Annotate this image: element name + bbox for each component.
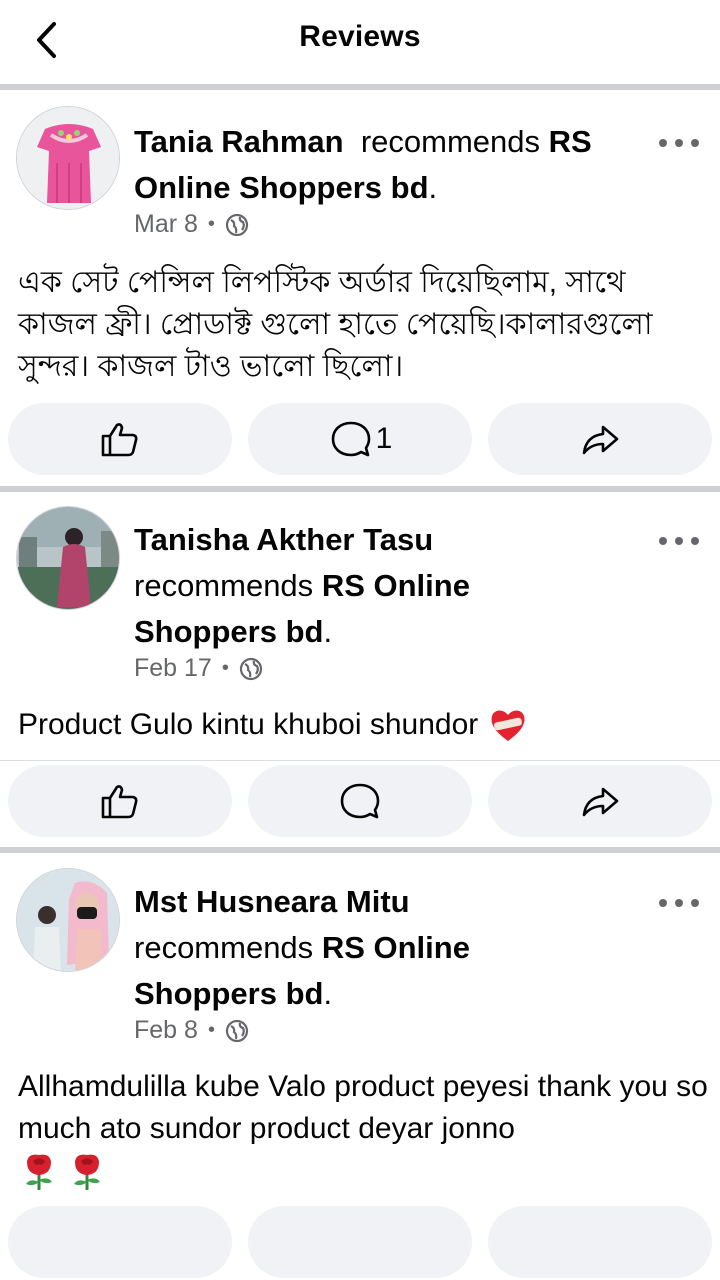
like-button[interactable]: [8, 403, 232, 475]
rose-icon: [74, 1154, 100, 1190]
comment-button[interactable]: [248, 765, 472, 837]
more-horizontal-icon[interactable]: [654, 888, 704, 918]
reviewer-name[interactable]: Mst Husneara Mitu: [134, 884, 410, 919]
thumbs-up-icon: [101, 423, 138, 457]
page-title: Reviews: [299, 20, 421, 53]
review-date[interactable]: Mar 8: [134, 210, 198, 239]
comment-icon: [331, 421, 370, 457]
avatar[interactable]: [16, 106, 120, 210]
globe-icon: [239, 657, 262, 680]
meta-separator: •: [207, 1019, 215, 1041]
review-text-row: Product Gulo kintu khuboi shundor: [18, 704, 708, 746]
top-bar: Reviews: [0, 0, 720, 84]
headline-end: .: [428, 170, 438, 205]
avatar[interactable]: [16, 868, 120, 972]
headline-end: .: [323, 614, 333, 649]
share-button[interactable]: [488, 765, 712, 837]
review-actions: 1: [0, 403, 720, 477]
share-button[interactable]: [488, 403, 712, 475]
review-text: Product Gulo kintu khuboi shundor: [18, 708, 479, 741]
reviewer-name[interactable]: Tania Rahman: [134, 124, 344, 159]
review-text: এক সেট পেন্সিল লিপস্টিক অর্ডার দিয়েছিলা…: [18, 266, 653, 383]
recommends-label: recommends: [360, 124, 541, 159]
more-horizontal-icon[interactable]: [654, 526, 704, 556]
heart-with-bandage-icon: [491, 710, 525, 741]
like-button[interactable]: [8, 1206, 232, 1278]
like-button[interactable]: [8, 765, 232, 837]
comment-count: 1: [375, 422, 393, 455]
review-headline: Mst Husneara Mitu recommends RS Online S…: [134, 879, 554, 1017]
headline-end: .: [323, 976, 333, 1011]
globe-icon: [225, 1019, 249, 1042]
share-icon: [582, 425, 619, 455]
emoji-row: [18, 1150, 108, 1192]
comment-button[interactable]: [248, 1206, 472, 1278]
rose-icon: [26, 1154, 52, 1190]
review-actions: [0, 1206, 720, 1280]
review-text: Allhamdulilla kube Valo product peyesi t…: [18, 1070, 708, 1145]
review-meta: Feb 17 •: [134, 654, 263, 683]
review-headline: Tania Rahman recommends RS Online Shoppe…: [134, 119, 634, 211]
review-headline: Tanisha Akther Tasu recommends RS Online…: [134, 517, 554, 655]
globe-icon: [225, 213, 249, 236]
recommends-label: recommends: [134, 930, 314, 965]
meta-separator: •: [207, 213, 215, 235]
avatar[interactable]: [16, 506, 120, 610]
section-divider: [0, 486, 720, 492]
thumbs-up-icon: [101, 785, 138, 819]
share-button[interactable]: [488, 1206, 712, 1278]
more-horizontal-icon[interactable]: [654, 128, 704, 158]
share-icon: [582, 787, 619, 817]
recommends-label: recommends: [134, 568, 314, 603]
divider: [0, 760, 720, 761]
review-date[interactable]: Feb 17: [134, 654, 212, 683]
meta-separator: •: [221, 657, 229, 679]
comment-icon: [340, 783, 380, 819]
section-divider: [0, 847, 720, 853]
comment-button[interactable]: 1: [248, 403, 472, 475]
section-divider: [0, 84, 720, 90]
review-actions: [0, 765, 720, 839]
review-meta: Feb 8 •: [134, 1016, 249, 1045]
review-meta: Mar 8 •: [134, 210, 249, 239]
reviewer-name[interactable]: Tanisha Akther Tasu: [134, 522, 433, 557]
review-date[interactable]: Feb 8: [134, 1016, 198, 1045]
